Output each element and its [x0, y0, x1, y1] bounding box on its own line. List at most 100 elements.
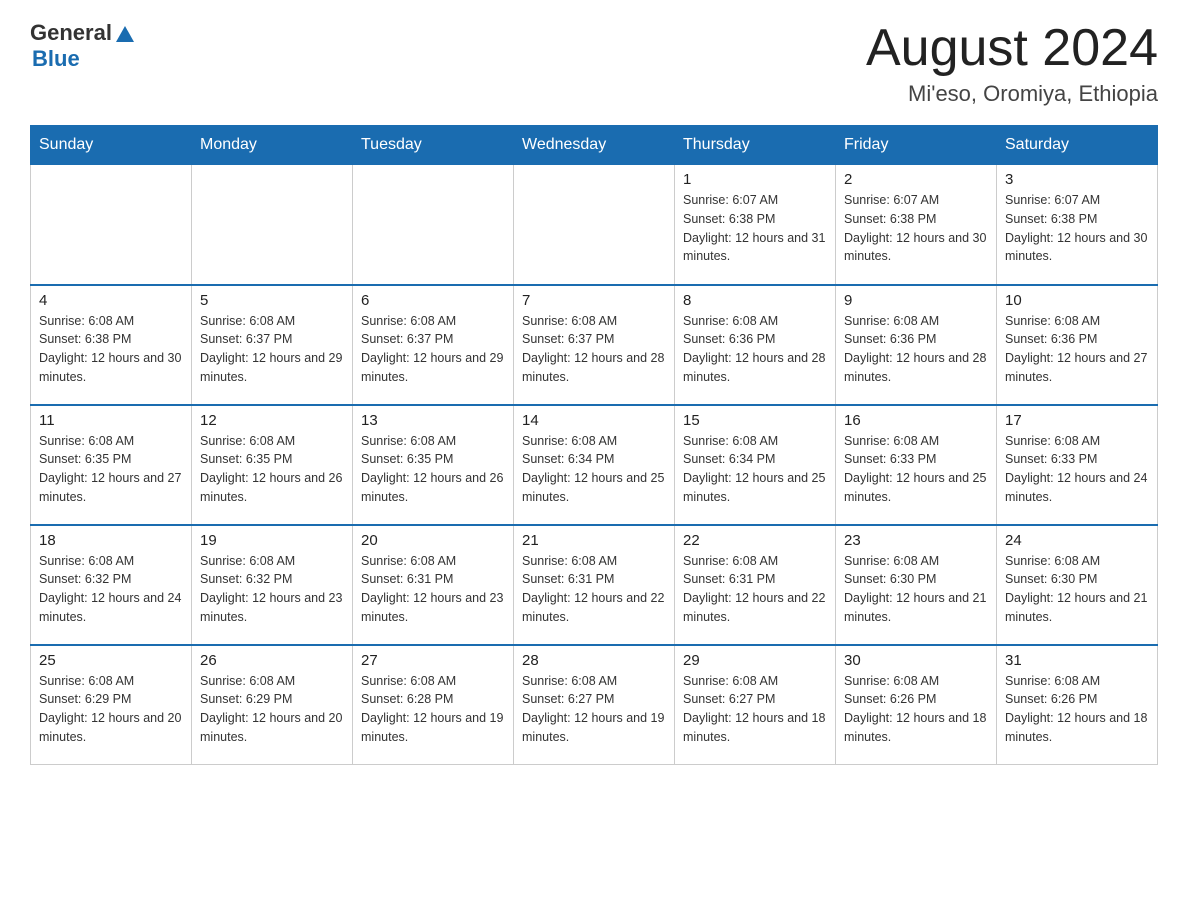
day-info: Sunrise: 6:08 AMSunset: 6:35 PMDaylight:… — [200, 432, 344, 507]
day-number: 27 — [361, 652, 505, 669]
page-header: General Blue August 2024 Mi'eso, Oromiya… — [30, 20, 1158, 107]
day-number: 25 — [39, 652, 183, 669]
logo: General Blue — [30, 20, 136, 72]
day-info: Sunrise: 6:08 AMSunset: 6:32 PMDaylight:… — [200, 552, 344, 627]
day-number: 18 — [39, 532, 183, 549]
calendar-day-header: Sunday — [31, 126, 192, 165]
day-number: 20 — [361, 532, 505, 549]
calendar-cell: 25Sunrise: 6:08 AMSunset: 6:29 PMDayligh… — [31, 645, 192, 765]
calendar-cell: 9Sunrise: 6:08 AMSunset: 6:36 PMDaylight… — [836, 285, 997, 405]
day-number: 29 — [683, 652, 827, 669]
calendar-cell: 6Sunrise: 6:08 AMSunset: 6:37 PMDaylight… — [353, 285, 514, 405]
day-number: 13 — [361, 412, 505, 429]
day-number: 31 — [1005, 652, 1149, 669]
day-number: 2 — [844, 171, 988, 188]
calendar-cell: 26 Sunrise: 6:08 AMSunset: 6:29 PMDayligh… — [192, 645, 353, 765]
logo-general-text: General — [30, 20, 112, 46]
day-number: 12 — [200, 412, 344, 429]
day-info: Sunrise: 6:08 AMSunset: 6:31 PMDaylight:… — [361, 552, 505, 627]
calendar-cell: 12 Sunrise: 6:08 AMSunset: 6:35 PMDayligh… — [192, 405, 353, 525]
calendar-week-row: 4 Sunrise: 6:08 AMSunset: 6:38 PMDaylight… — [31, 285, 1158, 405]
day-number: 6 — [361, 292, 505, 309]
calendar-cell — [31, 165, 192, 285]
day-info: Sunrise: 6:08 AMSunset: 6:36 PMDaylight:… — [683, 312, 827, 387]
day-number: 19 — [200, 532, 344, 549]
calendar-cell — [353, 165, 514, 285]
calendar-cell: 1Sunrise: 6:07 AMSunset: 6:38 PMDaylight… — [675, 165, 836, 285]
day-number: 24 — [1005, 532, 1149, 549]
calendar-cell: 15 Sunrise: 6:08 AMSunset: 6:34 PMDayligh… — [675, 405, 836, 525]
day-info: Sunrise: 6:08 AMSunset: 6:32 PMDaylight:… — [39, 552, 183, 627]
calendar-week-row: 18 Sunrise: 6:08 AMSunset: 6:32 PMDayligh… — [31, 525, 1158, 645]
day-info: Sunrise: 6:08 AMSunset: 6:26 PMDaylight:… — [844, 672, 988, 747]
calendar-cell: 23 Sunrise: 6:08 AMSunset: 6:30 PMDayligh… — [836, 525, 997, 645]
day-info: Sunrise: 6:08 AMSunset: 6:31 PMDaylight:… — [522, 552, 666, 627]
day-info: Sunrise: 6:08 AMSunset: 6:36 PMDaylight:… — [1005, 312, 1149, 387]
calendar-title: August 2024 — [866, 20, 1158, 77]
calendar-cell: 24 Sunrise: 6:08 AMSunset: 6:30 PMDayligh… — [997, 525, 1158, 645]
day-number: 11 — [39, 412, 183, 429]
day-info: Sunrise: 6:08 AMSunset: 6:37 PMDaylight:… — [200, 312, 344, 387]
calendar-day-header: Tuesday — [353, 126, 514, 165]
calendar-table: SundayMondayTuesdayWednesdayThursdayFrid… — [30, 125, 1158, 765]
day-info: Sunrise: 6:08 AMSunset: 6:29 PMDaylight:… — [200, 672, 344, 747]
calendar-cell: 20 Sunrise: 6:08 AMSunset: 6:31 PMDayligh… — [353, 525, 514, 645]
day-number: 1 — [683, 171, 827, 188]
day-info: Sunrise: 6:08 AMSunset: 6:33 PMDaylight:… — [844, 432, 988, 507]
calendar-cell — [514, 165, 675, 285]
calendar-cell: 2 Sunrise: 6:07 AMSunset: 6:38 PMDaylight… — [836, 165, 997, 285]
day-info: Sunrise: 6:08 AMSunset: 6:34 PMDaylight:… — [522, 432, 666, 507]
day-number: 4 — [39, 292, 183, 309]
day-info: Sunrise: 6:08 AMSunset: 6:35 PMDaylight:… — [39, 432, 183, 507]
day-info: Sunrise: 6:08 AMSunset: 6:34 PMDaylight:… — [683, 432, 827, 507]
day-number: 10 — [1005, 292, 1149, 309]
calendar-cell: 5Sunrise: 6:08 AMSunset: 6:37 PMDaylight… — [192, 285, 353, 405]
calendar-cell: 14Sunrise: 6:08 AMSunset: 6:34 PMDayligh… — [514, 405, 675, 525]
day-number: 23 — [844, 532, 988, 549]
day-info: Sunrise: 6:08 AMSunset: 6:27 PMDaylight:… — [522, 672, 666, 747]
day-number: 28 — [522, 652, 666, 669]
calendar-cell: 11 Sunrise: 6:08 AMSunset: 6:35 PMDayligh… — [31, 405, 192, 525]
calendar-day-header: Monday — [192, 126, 353, 165]
day-info: Sunrise: 6:08 AMSunset: 6:27 PMDaylight:… — [683, 672, 827, 747]
day-info: Sunrise: 6:08 AMSunset: 6:30 PMDaylight:… — [1005, 552, 1149, 627]
calendar-cell: 16 Sunrise: 6:08 AMSunset: 6:33 PMDayligh… — [836, 405, 997, 525]
logo-blue-text: Blue — [32, 46, 80, 72]
day-info: Sunrise: 6:08 AMSunset: 6:33 PMDaylight:… — [1005, 432, 1149, 507]
calendar-cell: 27 Sunrise: 6:08 AMSunset: 6:28 PMDayligh… — [353, 645, 514, 765]
calendar-week-row: 11 Sunrise: 6:08 AMSunset: 6:35 PMDayligh… — [31, 405, 1158, 525]
day-info: Sunrise: 6:08 AMSunset: 6:30 PMDaylight:… — [844, 552, 988, 627]
day-number: 17 — [1005, 412, 1149, 429]
day-number: 15 — [683, 412, 827, 429]
logo-triangle-icon — [114, 22, 136, 44]
calendar-cell — [192, 165, 353, 285]
calendar-day-header: Friday — [836, 126, 997, 165]
calendar-cell: 29 Sunrise: 6:08 AMSunset: 6:27 PMDayligh… — [675, 645, 836, 765]
calendar-subtitle: Mi'eso, Oromiya, Ethiopia — [866, 81, 1158, 107]
calendar-cell: 30 Sunrise: 6:08 AMSunset: 6:26 PMDayligh… — [836, 645, 997, 765]
calendar-cell: 28 Sunrise: 6:08 AMSunset: 6:27 PMDayligh… — [514, 645, 675, 765]
day-number: 21 — [522, 532, 666, 549]
day-info: Sunrise: 6:08 AMSunset: 6:31 PMDaylight:… — [683, 552, 827, 627]
day-number: 8 — [683, 292, 827, 309]
calendar-cell: 21 Sunrise: 6:08 AMSunset: 6:31 PMDayligh… — [514, 525, 675, 645]
calendar-cell: 8 Sunrise: 6:08 AMSunset: 6:36 PMDaylight… — [675, 285, 836, 405]
calendar-cell: 17 Sunrise: 6:08 AMSunset: 6:33 PMDayligh… — [997, 405, 1158, 525]
day-info: Sunrise: 6:07 AMSunset: 6:38 PMDaylight:… — [844, 191, 988, 266]
day-info: Sunrise: 6:08 AMSunset: 6:38 PMDaylight:… — [39, 312, 183, 387]
day-number: 26 — [200, 652, 344, 669]
day-info: Sunrise: 6:08 AMSunset: 6:28 PMDaylight:… — [361, 672, 505, 747]
day-number: 3 — [1005, 171, 1149, 188]
calendar-cell: 13 Sunrise: 6:08 AMSunset: 6:35 PMDayligh… — [353, 405, 514, 525]
day-info: Sunrise: 6:08 AMSunset: 6:35 PMDaylight:… — [361, 432, 505, 507]
calendar-cell: 10 Sunrise: 6:08 AMSunset: 6:36 PMDayligh… — [997, 285, 1158, 405]
day-info: Sunrise: 6:08 AMSunset: 6:37 PMDaylight:… — [522, 312, 666, 387]
day-number: 30 — [844, 652, 988, 669]
calendar-cell: 19 Sunrise: 6:08 AMSunset: 6:32 PMDayligh… — [192, 525, 353, 645]
calendar-cell: 7Sunrise: 6:08 AMSunset: 6:37 PMDaylight… — [514, 285, 675, 405]
day-number: 16 — [844, 412, 988, 429]
calendar-cell: 22Sunrise: 6:08 AMSunset: 6:31 PMDayligh… — [675, 525, 836, 645]
calendar-cell: 18 Sunrise: 6:08 AMSunset: 6:32 PMDayligh… — [31, 525, 192, 645]
calendar-cell: 4 Sunrise: 6:08 AMSunset: 6:38 PMDaylight… — [31, 285, 192, 405]
day-info: Sunrise: 6:08 AMSunset: 6:26 PMDaylight:… — [1005, 672, 1149, 747]
